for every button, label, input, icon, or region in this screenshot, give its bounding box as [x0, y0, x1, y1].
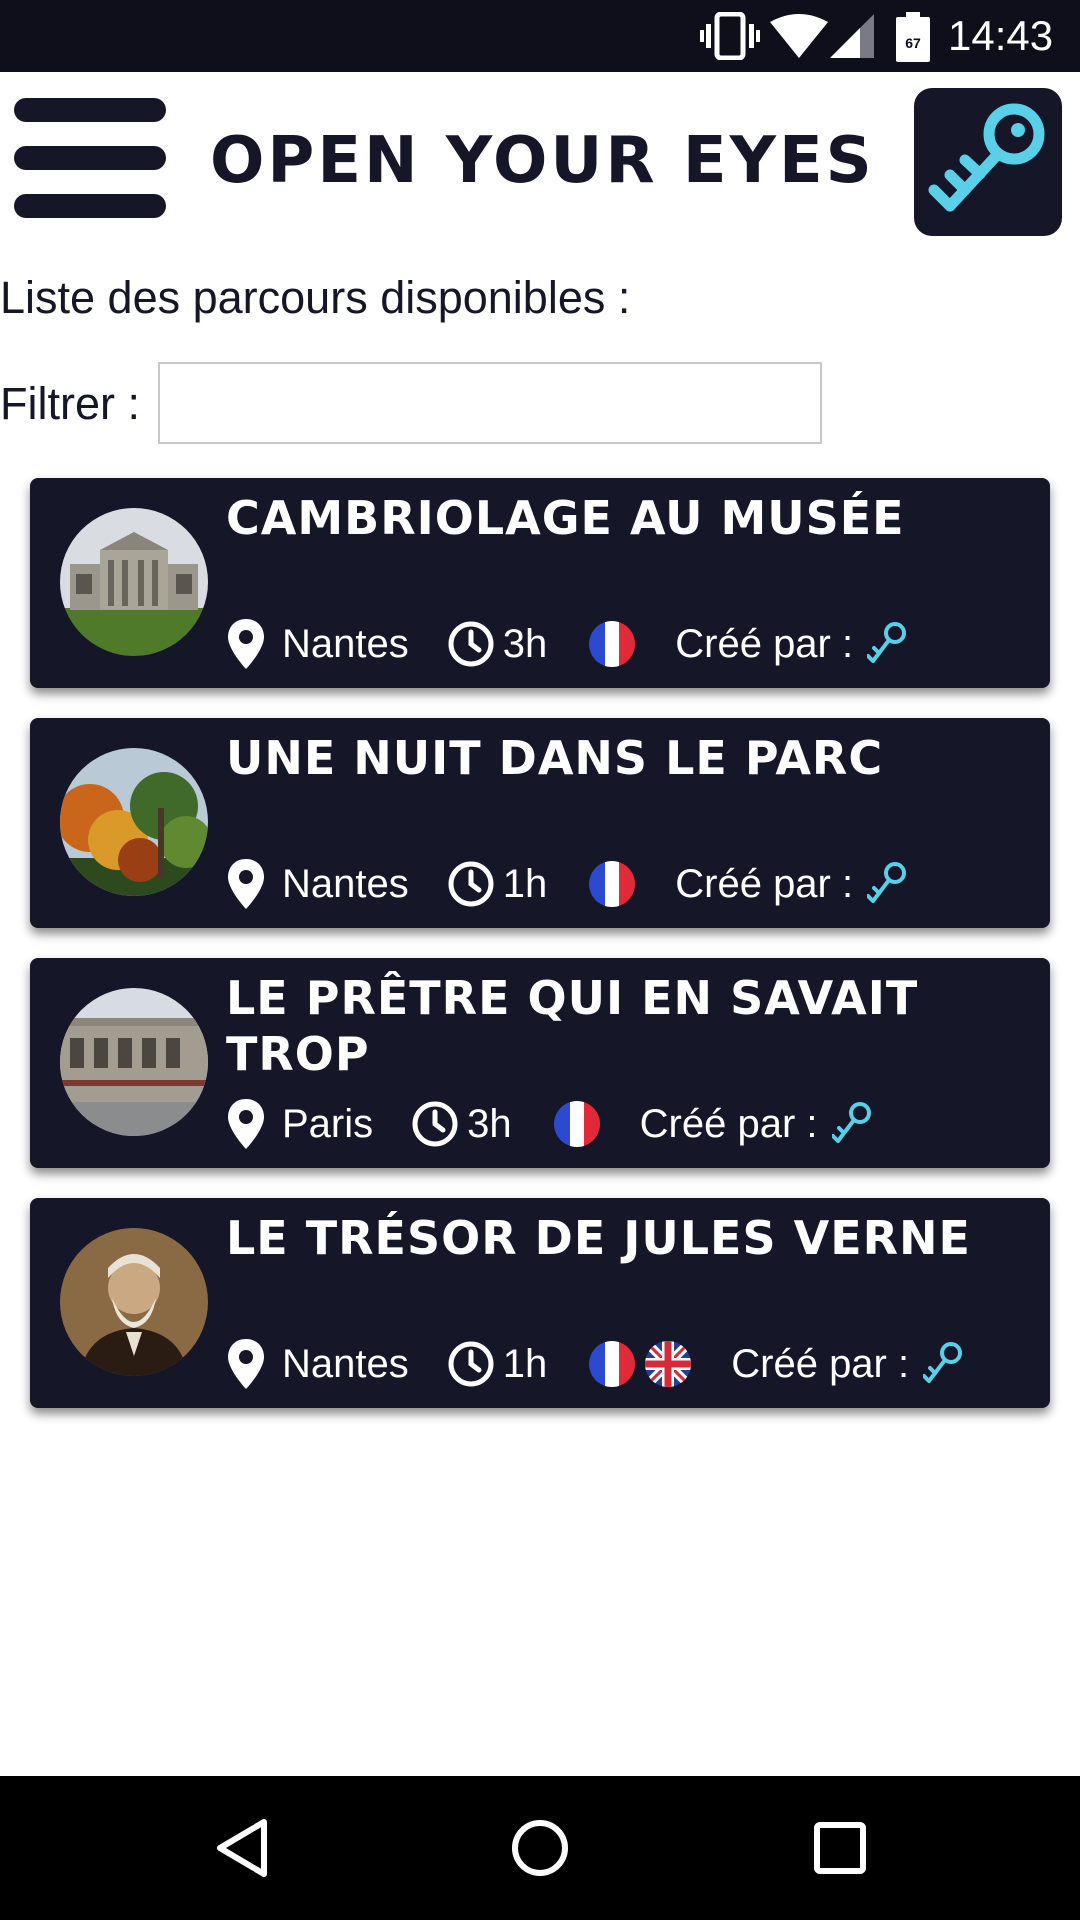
route-duration: 1h	[502, 862, 548, 906]
route-thumbnail-park	[60, 748, 208, 896]
route-duration: 3h	[502, 622, 548, 666]
route-title: UNE NUIT DANS LE PARC	[226, 731, 884, 785]
route-city: Paris	[282, 1102, 374, 1146]
app-title: OPEN YOUR EYES	[210, 124, 875, 198]
route-title: LE TRÉSOR DE JULES VERNE	[226, 1211, 971, 1265]
route-card[interactable]: LE TRÉSOR DE JULES VERNE Nantes 1h Créé …	[30, 1198, 1050, 1408]
created-by-label: Créé par :	[731, 1342, 910, 1386]
route-city: Nantes	[282, 862, 409, 906]
route-meta: Paris 3h Créé par :	[226, 1096, 872, 1152]
location-pin-icon	[228, 1099, 264, 1149]
created-by-label: Créé par :	[675, 622, 854, 666]
status-bar: 67 14:43	[0, 0, 1080, 72]
list-heading: Liste des parcours disponibles :	[0, 272, 631, 323]
route-thumbnail-portrait	[60, 1228, 208, 1376]
menu-bar-bottom	[14, 194, 166, 218]
route-city: Nantes	[282, 1342, 409, 1386]
back-icon[interactable]	[212, 1812, 272, 1884]
key-icon	[867, 622, 907, 663]
filter-label: Filtrer :	[0, 378, 140, 429]
route-card[interactable]: LE PRÊTRE QUI EN SAVAIT TROP Paris 3h Cr…	[30, 958, 1050, 1168]
flag-uk-icon	[645, 1341, 692, 1387]
recent-apps-icon[interactable]	[812, 1812, 868, 1884]
route-duration: 1h	[502, 1342, 548, 1386]
key-button[interactable]	[914, 88, 1062, 236]
hamburger-menu-icon[interactable]	[14, 98, 166, 218]
vibrate-icon	[700, 12, 760, 60]
clock-icon	[448, 861, 494, 907]
route-title: LE PRÊTRE QUI EN SAVAIT TROP	[226, 971, 919, 1081]
route-thumbnail-museum	[60, 508, 208, 656]
key-icon	[923, 1342, 963, 1383]
clock-icon	[448, 621, 494, 667]
route-card[interactable]: UNE NUIT DANS LE PARC Nantes 1h Créé par…	[30, 718, 1050, 928]
route-duration: 3h	[467, 1102, 512, 1146]
route-card[interactable]: CAMBRIOLAGE AU MUSÉE Nantes 3h Créé par …	[30, 478, 1050, 688]
battery-level: 67	[905, 35, 921, 51]
wifi-icon	[770, 14, 828, 58]
home-icon[interactable]	[508, 1812, 572, 1884]
battery-icon: 67	[896, 12, 930, 62]
flag-fr-icon	[589, 861, 636, 907]
clock-icon	[412, 1101, 458, 1147]
key-icon	[831, 1102, 871, 1143]
system-nav-bar	[0, 1776, 1080, 1920]
clock-icon	[448, 1341, 494, 1387]
key-icon	[928, 103, 1045, 212]
created-by-label: Créé par :	[675, 862, 854, 906]
route-meta: Nantes 1h Créé par:	[226, 1336, 963, 1392]
flag-fr-icon	[589, 1341, 636, 1387]
flag-fr-icon	[553, 1101, 600, 1147]
location-pin-icon	[228, 1339, 264, 1389]
signal-icon	[830, 14, 874, 58]
route-thumbnail-paris	[60, 988, 208, 1136]
flag-fr-icon	[589, 621, 636, 667]
route-meta: Nantes 3h Créé par :	[226, 616, 907, 672]
app-header: OPEN YOUR EYES	[0, 72, 1080, 248]
route-meta: Nantes 1h Créé par :	[226, 856, 907, 912]
location-pin-icon	[228, 859, 264, 909]
menu-bar-middle	[14, 146, 166, 170]
route-title: CAMBRIOLAGE AU MUSÉE	[226, 491, 905, 545]
location-pin-icon	[228, 619, 264, 669]
menu-bar-top	[14, 98, 166, 122]
status-time: 14:43	[948, 12, 1054, 59]
route-city: Nantes	[282, 622, 409, 666]
filter-input[interactable]	[158, 362, 822, 444]
key-icon	[867, 862, 907, 903]
created-by-label: Créé par :	[639, 1102, 818, 1146]
